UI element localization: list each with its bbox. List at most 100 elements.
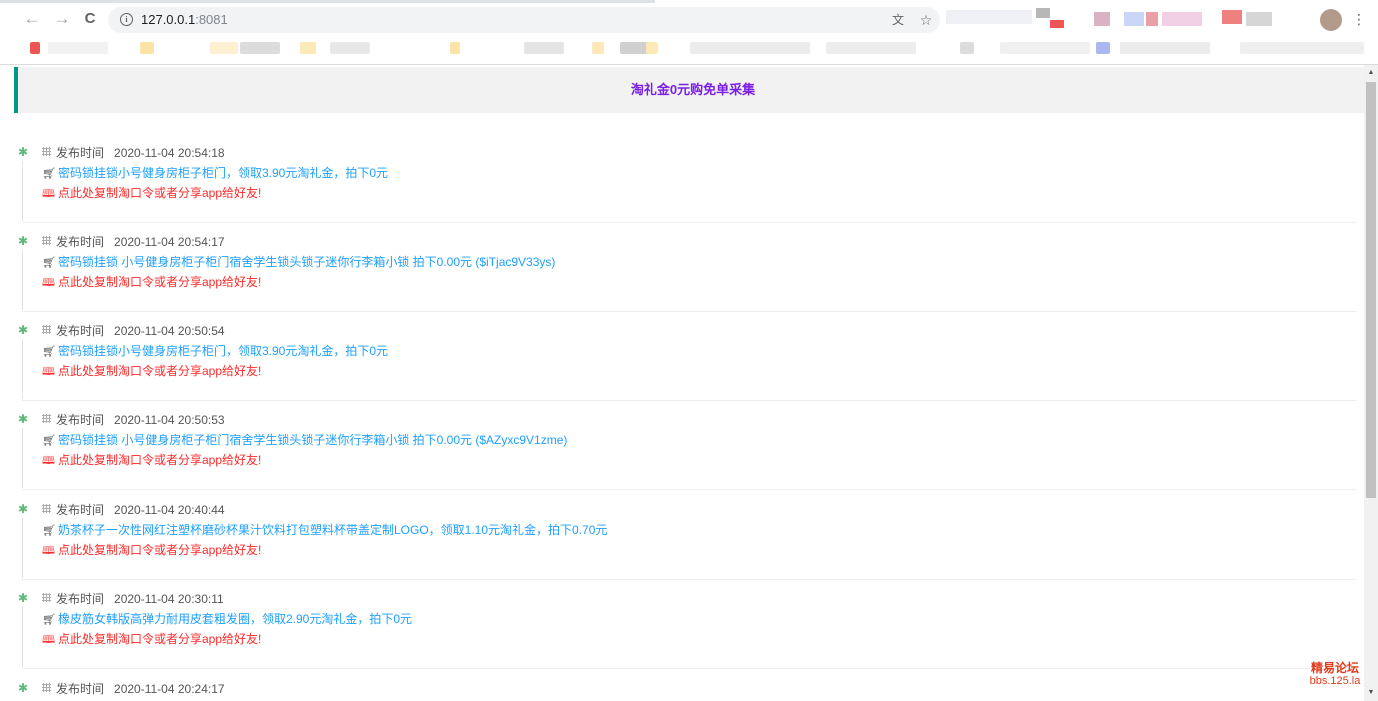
publish-time-label: 发布时间 — [56, 235, 105, 249]
cart-icon: 🛒︎ — [42, 168, 56, 180]
bookmark-item[interactable] — [1120, 42, 1210, 54]
book-icon: 🕮 — [42, 634, 55, 646]
share-link[interactable]: 点此处复制淘口令或者分享app给好友! — [58, 186, 261, 200]
blurred-extension — [1094, 12, 1110, 26]
publish-time-label: 发布时间 — [56, 682, 105, 696]
product-title-link[interactable]: 密码锁挂锁小号健身房柜子柜门，领取3.90元淘礼金，拍下0元 — [58, 166, 388, 180]
forward-button[interactable]: → — [52, 9, 72, 29]
product-title-link[interactable]: 奶茶杯子一次性网红注塑杯磨砂杯果汁饮料打包塑料杯带盖定制LOGO，领取1.10元… — [58, 523, 607, 537]
back-button[interactable]: ← — [22, 9, 42, 29]
bookmark-item[interactable] — [300, 42, 316, 54]
page-scrollbar[interactable]: ▲ ▼ — [1364, 65, 1378, 701]
share-link[interactable]: 点此处复制淘口令或者分享app给好友! — [58, 543, 261, 557]
palm-tree-icon: ✱ — [17, 145, 29, 159]
blurred-extension — [1036, 8, 1050, 18]
grid-icon — [42, 236, 51, 245]
share-link[interactable]: 点此处复制淘口令或者分享app给好友! — [58, 364, 261, 378]
blurred-extension — [1146, 12, 1158, 26]
timeline-item: ✱ 发布时间 2020-11-04 20:30:11 🛒︎ 橡皮筋女韩版高弹力耐用皮… — [0, 589, 1364, 678]
scroll-up-arrow-icon[interactable]: ▲ — [1364, 67, 1378, 79]
product-title-link[interactable]: 橡皮筋女韩版高弹力耐用皮套粗发圈，领取2.90元淘礼金，拍下0元 — [58, 612, 412, 626]
publish-time-row: 发布时间 2020-11-04 20:50:53 — [42, 412, 225, 428]
item-divider — [22, 400, 1356, 401]
watermark-title: 精易论坛 — [1310, 661, 1359, 675]
publish-time-value: 2020-11-04 20:24:17 — [114, 682, 225, 696]
grid-icon — [42, 414, 51, 423]
publish-time-row: 发布时间 2020-11-04 20:50:54 — [42, 323, 225, 339]
product-title-row[interactable]: 🛒︎ 奶茶杯子一次性网红注塑杯磨砂杯果汁饮料打包塑料杯带盖定制LOGO，领取1.1… — [42, 522, 607, 538]
book-icon: 🕮 — [42, 188, 55, 200]
bookmark-item[interactable] — [1000, 42, 1090, 54]
bookmark-item[interactable] — [1240, 42, 1364, 54]
bookmark-item[interactable] — [592, 42, 604, 54]
share-row[interactable]: 🕮 点此处复制淘口令或者分享app给好友! — [42, 542, 261, 558]
publish-time-row: 发布时间 2020-11-04 20:40:44 — [42, 502, 225, 518]
bookmark-item[interactable] — [210, 42, 238, 54]
bookmark-item[interactable] — [450, 42, 460, 54]
bookmark-item[interactable] — [30, 42, 40, 54]
palm-tree-icon: ✱ — [17, 681, 29, 695]
timeline-item: ✱ 发布时间 2020-11-04 20:24:17 — [0, 679, 1364, 701]
timeline-line — [22, 428, 23, 488]
publish-time-label: 发布时间 — [56, 413, 105, 427]
publish-time-value: 2020-11-04 20:50:54 — [114, 324, 225, 338]
share-link[interactable]: 点此处复制淘口令或者分享app给好友! — [58, 632, 261, 646]
share-row[interactable]: 🕮 点此处复制淘口令或者分享app给好友! — [42, 452, 261, 468]
share-row[interactable]: 🕮 点此处复制淘口令或者分享app给好友! — [42, 631, 261, 647]
share-link[interactable]: 点此处复制淘口令或者分享app给好友! — [58, 275, 261, 289]
blurred-extension — [1222, 10, 1242, 24]
site-info-icon[interactable]: i — [120, 13, 133, 26]
product-title-row[interactable]: 🛒︎ 橡皮筋女韩版高弹力耐用皮套粗发圈，领取2.90元淘礼金，拍下0元 — [42, 611, 412, 627]
timeline-item: ✱ 发布时间 2020-11-04 20:50:53 🛒︎ 密码锁挂锁 小号健身房柜… — [0, 410, 1364, 499]
product-title-row[interactable]: 🛒︎ 密码锁挂锁小号健身房柜子柜门，领取3.90元淘礼金，拍下0元 — [42, 343, 388, 359]
bookmark-item[interactable] — [646, 42, 658, 54]
publish-time-label: 发布时间 — [56, 592, 105, 606]
blurred-extension — [1050, 20, 1064, 28]
browser-menu-icon[interactable]: ⋮ — [1352, 8, 1366, 30]
reload-button[interactable]: C — [80, 9, 100, 29]
palm-tree-icon: ✱ — [17, 412, 29, 426]
scrollbar-thumb[interactable] — [1366, 82, 1376, 498]
cart-icon: 🛒︎ — [42, 346, 56, 358]
share-row[interactable]: 🕮 点此处复制淘口令或者分享app给好友! — [42, 274, 261, 290]
url-text[interactable]: 127.0.0.1:8081 — [141, 12, 228, 27]
timeline-item: ✱ 发布时间 2020-11-04 20:54:18 🛒︎ 密码锁挂锁小号健身房柜子… — [0, 143, 1364, 232]
cart-icon: 🛒︎ — [42, 614, 56, 626]
bookmark-item[interactable] — [826, 42, 916, 54]
product-title-row[interactable]: 🛒︎ 密码锁挂锁 小号健身房柜子柜门宿舍学生锁头锁子迷你行李箱小锁 拍下0.00元… — [42, 432, 567, 448]
bookmark-star-icon[interactable]: ☆ — [917, 11, 935, 29]
bookmark-item[interactable] — [690, 42, 810, 54]
bookmark-item[interactable] — [330, 42, 370, 54]
tab-strip-edge — [0, 0, 655, 3]
item-divider — [22, 311, 1356, 312]
bookmark-item[interactable] — [240, 42, 280, 54]
browser-toolbar: ← → C i 127.0.0.1:8081 文 ☆ ⋮ — [0, 0, 1378, 38]
product-title-link[interactable]: 密码锁挂锁 小号健身房柜子柜门宿舍学生锁头锁子迷你行李箱小锁 拍下0.00元 (… — [58, 255, 555, 269]
publish-time-row: 发布时间 2020-11-04 20:24:17 — [42, 681, 225, 697]
publish-time-value: 2020-11-04 20:30:11 — [114, 592, 224, 606]
page-title: 淘礼金0元购免单采集 — [630, 82, 756, 97]
publish-time-label: 发布时间 — [56, 146, 105, 160]
product-title-row[interactable]: 🛒︎ 密码锁挂锁小号健身房柜子柜门，领取3.90元淘礼金，拍下0元 — [42, 165, 388, 181]
palm-tree-icon: ✱ — [17, 234, 29, 248]
share-row[interactable]: 🕮 点此处复制淘口令或者分享app给好友! — [42, 363, 261, 379]
bookmark-item[interactable] — [48, 42, 108, 54]
publish-time-value: 2020-11-04 20:54:17 — [114, 235, 225, 249]
share-row[interactable]: 🕮 点此处复制淘口令或者分享app给好友! — [42, 185, 261, 201]
item-divider — [22, 222, 1356, 223]
product-title-link[interactable]: 密码锁挂锁 小号健身房柜子柜门宿舍学生锁头锁子迷你行李箱小锁 拍下0.00元 (… — [58, 433, 567, 447]
share-link[interactable]: 点此处复制淘口令或者分享app给好友! — [58, 453, 261, 467]
product-title-link[interactable]: 密码锁挂锁小号健身房柜子柜门，领取3.90元淘礼金，拍下0元 — [58, 344, 388, 358]
publish-time-label: 发布时间 — [56, 324, 105, 338]
translate-icon[interactable]: 文 — [889, 11, 907, 29]
bookmark-item[interactable] — [140, 42, 154, 54]
product-title-row[interactable]: 🛒︎ 密码锁挂锁 小号健身房柜子柜门宿舍学生锁头锁子迷你行李箱小锁 拍下0.00元… — [42, 254, 555, 270]
bookmark-item[interactable] — [960, 42, 974, 54]
bookmark-item[interactable] — [1096, 42, 1110, 54]
profile-avatar[interactable] — [1320, 9, 1342, 31]
address-bar[interactable]: i 127.0.0.1:8081 文 ☆ — [108, 7, 940, 33]
publish-time-value: 2020-11-04 20:40:44 — [114, 503, 225, 517]
bookmark-item[interactable] — [524, 42, 564, 54]
scroll-down-arrow-icon[interactable]: ▼ — [1364, 687, 1378, 699]
timeline-item: ✱ 发布时间 2020-11-04 20:40:44 🛒︎ 奶茶杯子一次性网红注塑杯… — [0, 500, 1364, 589]
